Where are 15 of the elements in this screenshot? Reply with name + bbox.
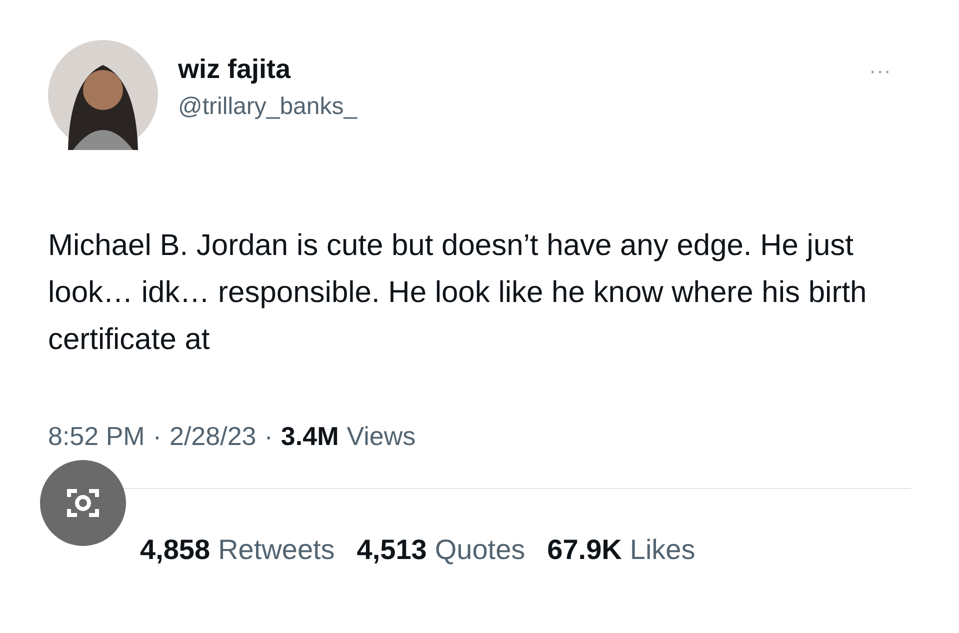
stat-count: 4,858	[140, 534, 210, 566]
views-label: Views	[346, 421, 416, 452]
stat-count: 4,513	[356, 534, 427, 566]
author-handle[interactable]: @trillary_banks_	[178, 93, 850, 121]
stat-label[interactable]: Retweets	[218, 534, 335, 566]
stat-label[interactable]: Likes	[630, 534, 696, 566]
tweet-time[interactable]: 8:52 PM	[48, 421, 145, 452]
separator-dot: ·	[152, 421, 162, 452]
stat-label[interactable]: Quotes	[434, 534, 526, 566]
tweet-text: Michael B. Jordan is cute but doesn’t have any edge. He just look… idk… responsible. He look like he know where his birth certificate at	[48, 228, 868, 358]
views-count: 3.4M	[280, 421, 339, 452]
stat-count: 67.9K	[547, 534, 622, 566]
tweet-date[interactable]: 2/28/23	[170, 421, 256, 452]
separator-dot: ·	[264, 421, 273, 452]
author-name[interactable]: wiz fajita	[178, 54, 850, 85]
